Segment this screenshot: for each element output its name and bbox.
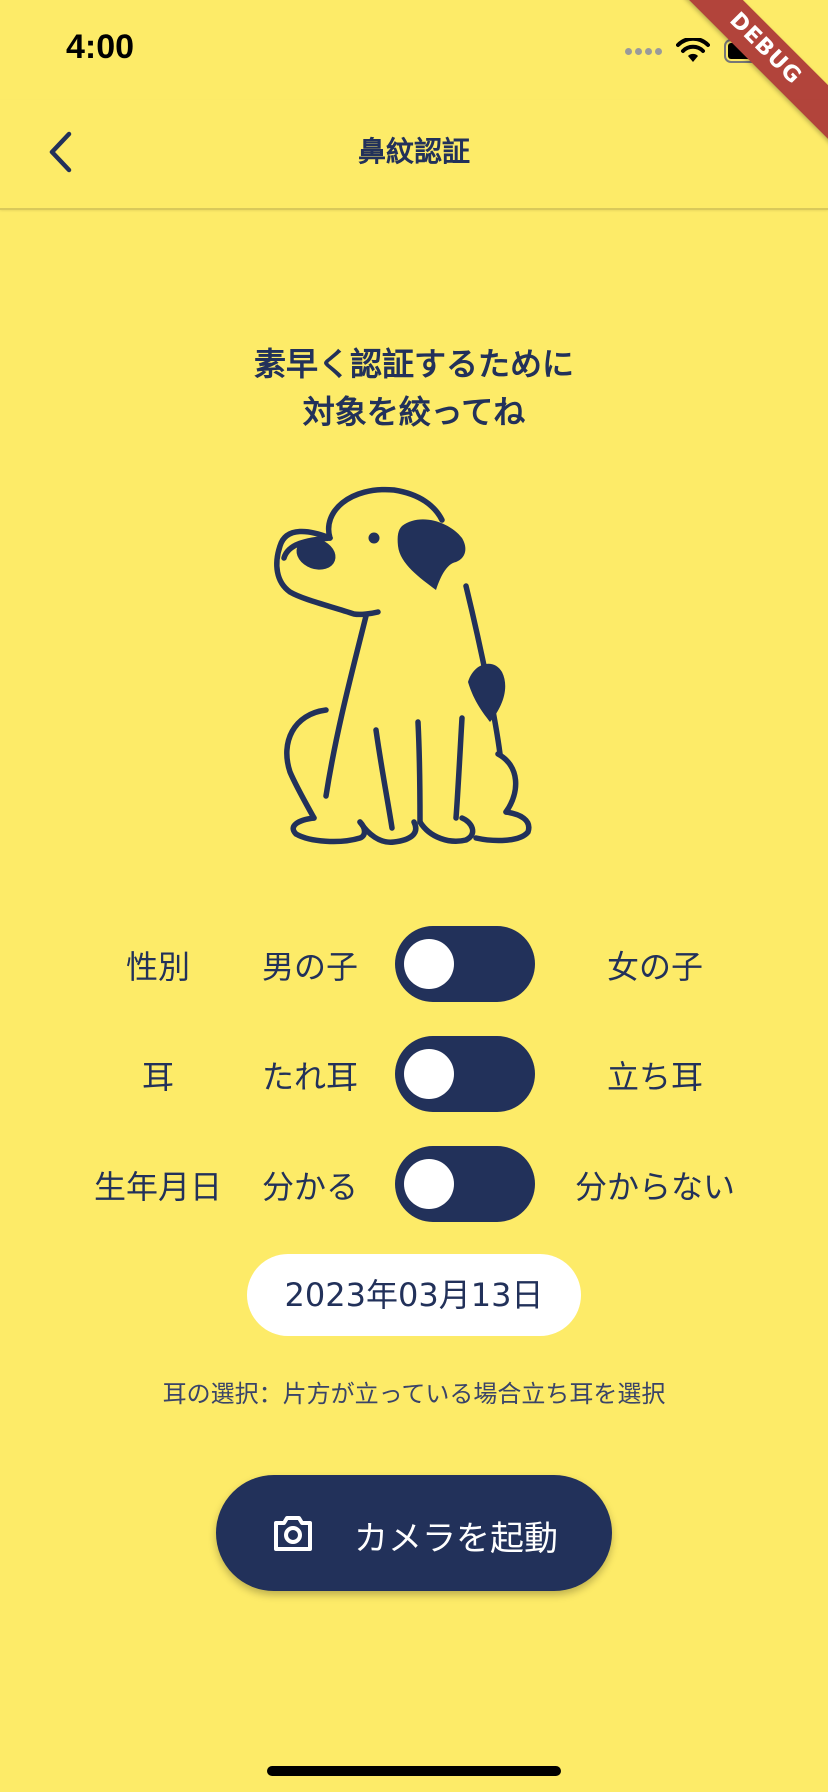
status-bar: 4:00 DEBUG (0, 0, 828, 144)
option-male: 男の子 (261, 948, 358, 986)
toggle-knob (404, 1049, 454, 1099)
option-floppy-ear: たれ耳 (261, 1058, 358, 1096)
launch-camera-button[interactable]: カメラを起動 (216, 1475, 612, 1591)
option-known: 分かる (261, 1168, 358, 1206)
cellular-signal-icon (625, 47, 662, 55)
birthdate-picker[interactable]: 2023年03月13日 (247, 1254, 581, 1336)
filter-row-birthdate: 生年月日 分かる 分からない (0, 1144, 828, 1224)
gender-toggle[interactable] (395, 926, 535, 1002)
camera-icon (274, 1516, 312, 1551)
option-unknown: 分からない (574, 1168, 735, 1206)
home-indicator[interactable] (267, 1766, 561, 1776)
ear-selection-note: 耳の選択：片方が立っている場合立ち耳を選択 (162, 1380, 666, 1408)
birthdate-toggle[interactable] (395, 1146, 535, 1222)
headline-line-1: 素早く認証するために (253, 345, 574, 383)
status-time: 4:00 (66, 28, 135, 66)
filter-row-gender: 性別 男の子 女の子 (0, 924, 828, 1004)
ear-toggle[interactable] (395, 1036, 535, 1112)
toggle-knob (404, 1159, 454, 1209)
headline-line-2: 対象を絞ってね (302, 393, 526, 431)
option-female: 女の子 (606, 948, 703, 986)
headline: 素早く認証するために 対象を絞ってね (0, 340, 828, 436)
toggle-knob (404, 939, 454, 989)
filter-row-ear: 耳 たれ耳 立ち耳 (0, 1034, 828, 1114)
option-erect-ear: 立ち耳 (606, 1058, 703, 1096)
app-bar: 鼻紋認証 (0, 100, 828, 210)
launch-camera-label: カメラを起動 (354, 1519, 558, 1559)
filter-label-ear: 耳 (141, 1058, 174, 1096)
filter-label-birthdate: 生年月日 (93, 1168, 222, 1206)
wifi-icon (676, 38, 710, 62)
filter-label-gender: 性別 (125, 948, 190, 986)
page-title: 鼻紋認証 (357, 135, 470, 168)
dog-illustration (274, 486, 532, 845)
